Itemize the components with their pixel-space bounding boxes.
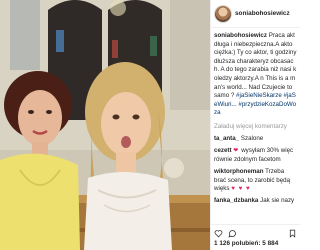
load-more-comments-link[interactable]: Załaduj więcej komentarzy [211,118,300,133]
comment-username[interactable]: cezett [214,147,232,154]
comment-icon[interactable] [228,229,237,238]
comment: ta_anta_ Szalone [211,133,300,145]
post-header: soniabohosiewicz [211,0,300,28]
comment-username[interactable]: wiktorphoneman [214,168,264,175]
heart-icon[interactable] [214,229,223,238]
caption-line: Praca akt [268,32,295,39]
comment: wiktorphoneman Trzeba brać scena, to zar… [211,166,300,195]
comment-username[interactable]: fanka_dzbanka [214,197,258,204]
header-username[interactable]: soniabohosiewicz [235,10,290,17]
heart-emoji-icon: ❤ [233,147,240,155]
post-sidebar: soniabohosiewicz soniabohosiewicz Praca … [210,0,300,250]
caption-line: ciężka:) Ty co aktor, ti [214,49,274,57]
avatar[interactable] [214,4,232,23]
action-icons [214,228,297,238]
caption-line: długa i niebezpieczna.A akto [214,40,293,48]
bookmark-icon[interactable] [288,229,297,238]
post-footer: 1 126 polubień: 5 884 [211,224,300,250]
caption-username[interactable]: soniabohosiewicz [214,32,267,39]
post-caption: soniabohosiewicz Praca akt długa i niebe… [211,28,300,118]
comment-text: Jak sie nazy [260,197,295,205]
comment: cezett ❤ wysyłam 30% więc równie zdolnym… [211,145,300,166]
post-photo[interactable] [0,0,210,250]
comment-text: Szalone [240,134,264,142]
comment-username[interactable]: ta_anta_ [214,135,239,142]
heart-emoji-icon: ♥ ♥ ♥ [231,184,251,192]
likes-count[interactable]: 1 126 polubień: 5 884 [214,240,297,247]
church-scene-illustration [0,0,210,250]
comment: fanka_dzbanka Jak sie nazy [211,195,300,207]
